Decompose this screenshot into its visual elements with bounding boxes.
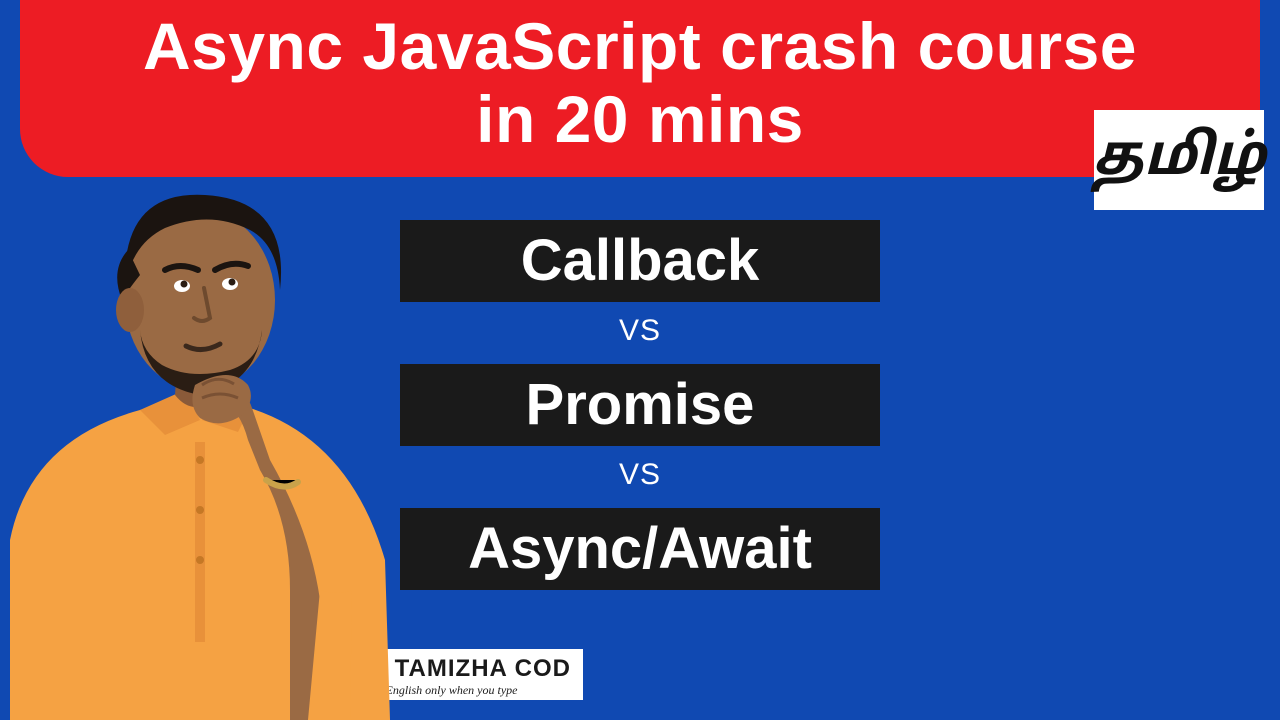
- tamil-badge: தமிழ்: [1094, 110, 1264, 210]
- topic-async-await: Async/Await: [400, 508, 880, 590]
- topics-column: Callback VS Promise VS Async/Await: [360, 220, 920, 590]
- title-line-2: in 20 mins: [44, 83, 1236, 156]
- vs-label-1: VS: [619, 314, 661, 348]
- topic-promise: Promise: [400, 364, 880, 446]
- topic-callback: Callback: [400, 220, 880, 302]
- person-photo: [0, 160, 410, 720]
- tamil-text: தமிழ்: [1092, 125, 1265, 195]
- title-banner: Async JavaScript crash course in 20 mins: [20, 0, 1260, 177]
- title-line-1: Async JavaScript crash course: [44, 10, 1236, 83]
- vs-label-2: VS: [619, 458, 661, 492]
